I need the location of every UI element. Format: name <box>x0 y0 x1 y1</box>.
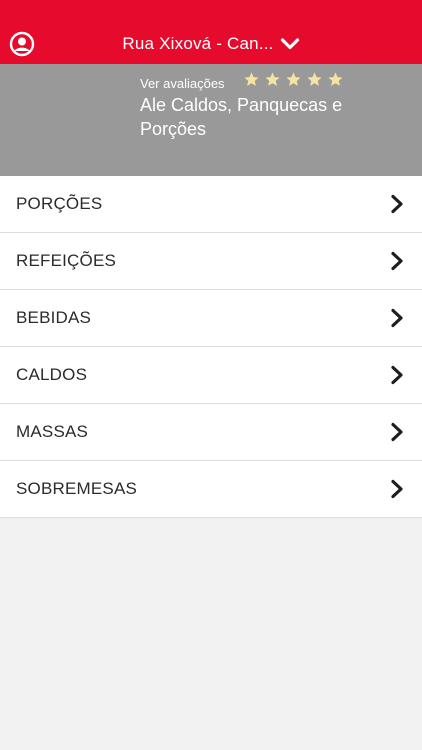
category-item-bebidas[interactable]: BEBIDAS <box>0 290 422 347</box>
category-label: REFEIÇÕES <box>16 251 117 270</box>
chevron-right-icon <box>391 194 403 214</box>
category-list: PORÇÕES REFEIÇÕES BEBIDAS CALDOS MASSAS … <box>0 176 422 518</box>
category-item-sobremesas[interactable]: SOBREMESAS <box>0 461 422 518</box>
chevron-right-icon <box>391 308 403 328</box>
star-icon <box>307 72 322 86</box>
top-bar: Rua Xixová - Can... <box>0 0 422 64</box>
category-item-massas[interactable]: MASSAS <box>0 404 422 461</box>
address-selector[interactable]: Rua Xixová - Can... <box>0 34 422 54</box>
reviews-link[interactable]: Ver avaliações <box>140 76 225 91</box>
chevron-right-icon <box>391 479 403 499</box>
category-label: PORÇÕES <box>16 194 103 213</box>
star-icon <box>286 72 301 86</box>
star-icon <box>328 72 343 86</box>
category-label: MASSAS <box>16 422 89 441</box>
category-label: CALDOS <box>16 365 88 384</box>
chevron-right-icon <box>391 365 403 385</box>
category-item-refeicoes[interactable]: REFEIÇÕES <box>0 233 422 290</box>
chevron-right-icon <box>391 422 403 442</box>
category-item-caldos[interactable]: CALDOS <box>0 347 422 404</box>
star-icon <box>265 72 280 86</box>
address-label: Rua Xixová - Can... <box>122 34 274 53</box>
category-item-porcoes[interactable]: PORÇÕES <box>0 176 422 233</box>
chevron-down-icon <box>280 38 299 50</box>
star-icon <box>244 72 259 86</box>
store-name: Ale Caldos, Panquecas e Porções <box>140 95 343 139</box>
category-label: SOBREMESAS <box>16 479 138 498</box>
rating-stars <box>243 71 344 88</box>
chevron-right-icon <box>391 251 403 271</box>
category-label: BEBIDAS <box>16 308 92 327</box>
